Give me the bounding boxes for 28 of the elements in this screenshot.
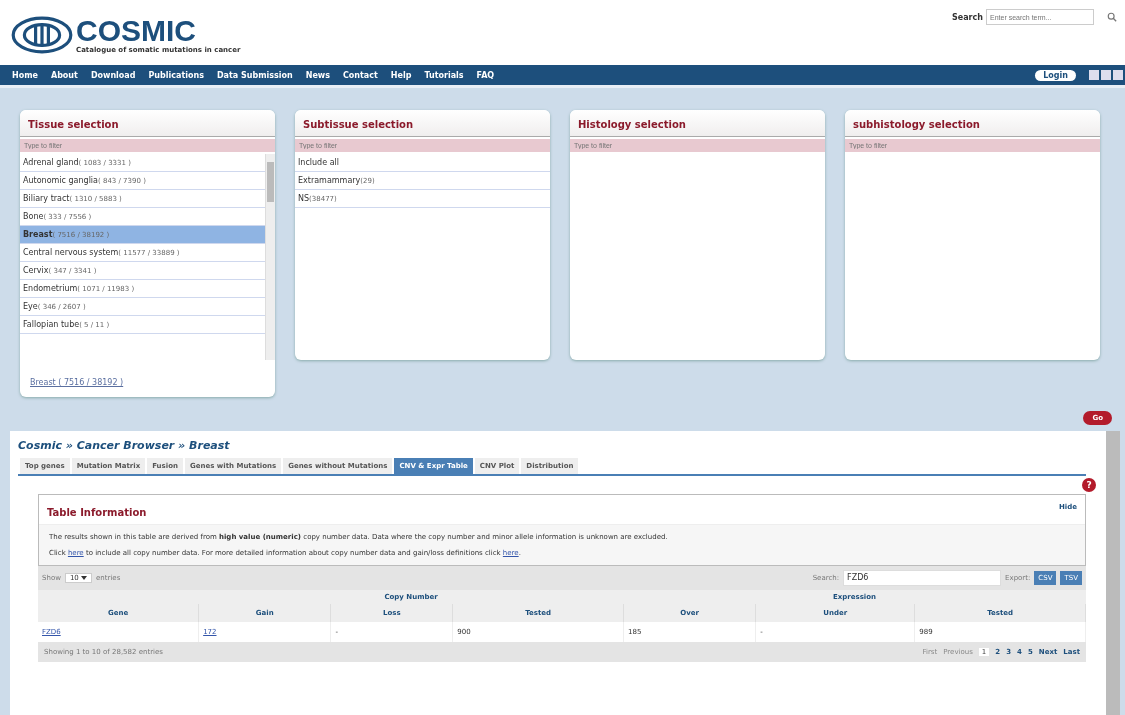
help-icon[interactable]: ? xyxy=(1082,478,1096,492)
panel-title: Histology selection xyxy=(570,110,825,137)
logo-text[interactable]: COSMIC xyxy=(76,15,241,46)
nav-link[interactable]: News xyxy=(305,70,330,80)
search-label: Search xyxy=(952,12,983,22)
nav-link[interactable]: Download xyxy=(90,70,136,80)
nav-link[interactable]: Data Submission xyxy=(216,70,293,80)
nav-link[interactable]: Home xyxy=(12,70,38,80)
login-button[interactable]: Login xyxy=(1035,69,1076,81)
nav-link[interactable]: About xyxy=(50,70,78,80)
panel-title: subhistology selection xyxy=(845,110,1100,137)
selection-link[interactable]: Breast ( 7516 / 38192 ) xyxy=(30,378,275,387)
panel-title: Tissue selection xyxy=(20,110,275,137)
toolbar-icons[interactable] xyxy=(1089,69,1125,81)
nav-link[interactable]: Tutorials xyxy=(424,70,464,80)
nav-link[interactable]: Publications xyxy=(148,70,204,80)
nav-link[interactable]: Contact xyxy=(342,70,378,80)
panel-title: Subtissue selection xyxy=(295,110,550,137)
breadcrumb: Cosmic » Cancer Browser » Breast xyxy=(18,439,231,454)
nav-link[interactable]: Help xyxy=(390,70,412,80)
caret-icon[interactable] xyxy=(81,576,88,580)
scrollbar[interactable] xyxy=(265,154,275,360)
table-search-field[interactable]: FZD6 xyxy=(843,570,1002,586)
nav-link[interactable]: FAQ xyxy=(476,70,495,80)
list-item[interactable]: Include all xyxy=(295,154,550,172)
logo-icon xyxy=(10,14,74,55)
info-title: Table Information xyxy=(47,507,147,518)
search-icon[interactable] xyxy=(1107,12,1117,22)
